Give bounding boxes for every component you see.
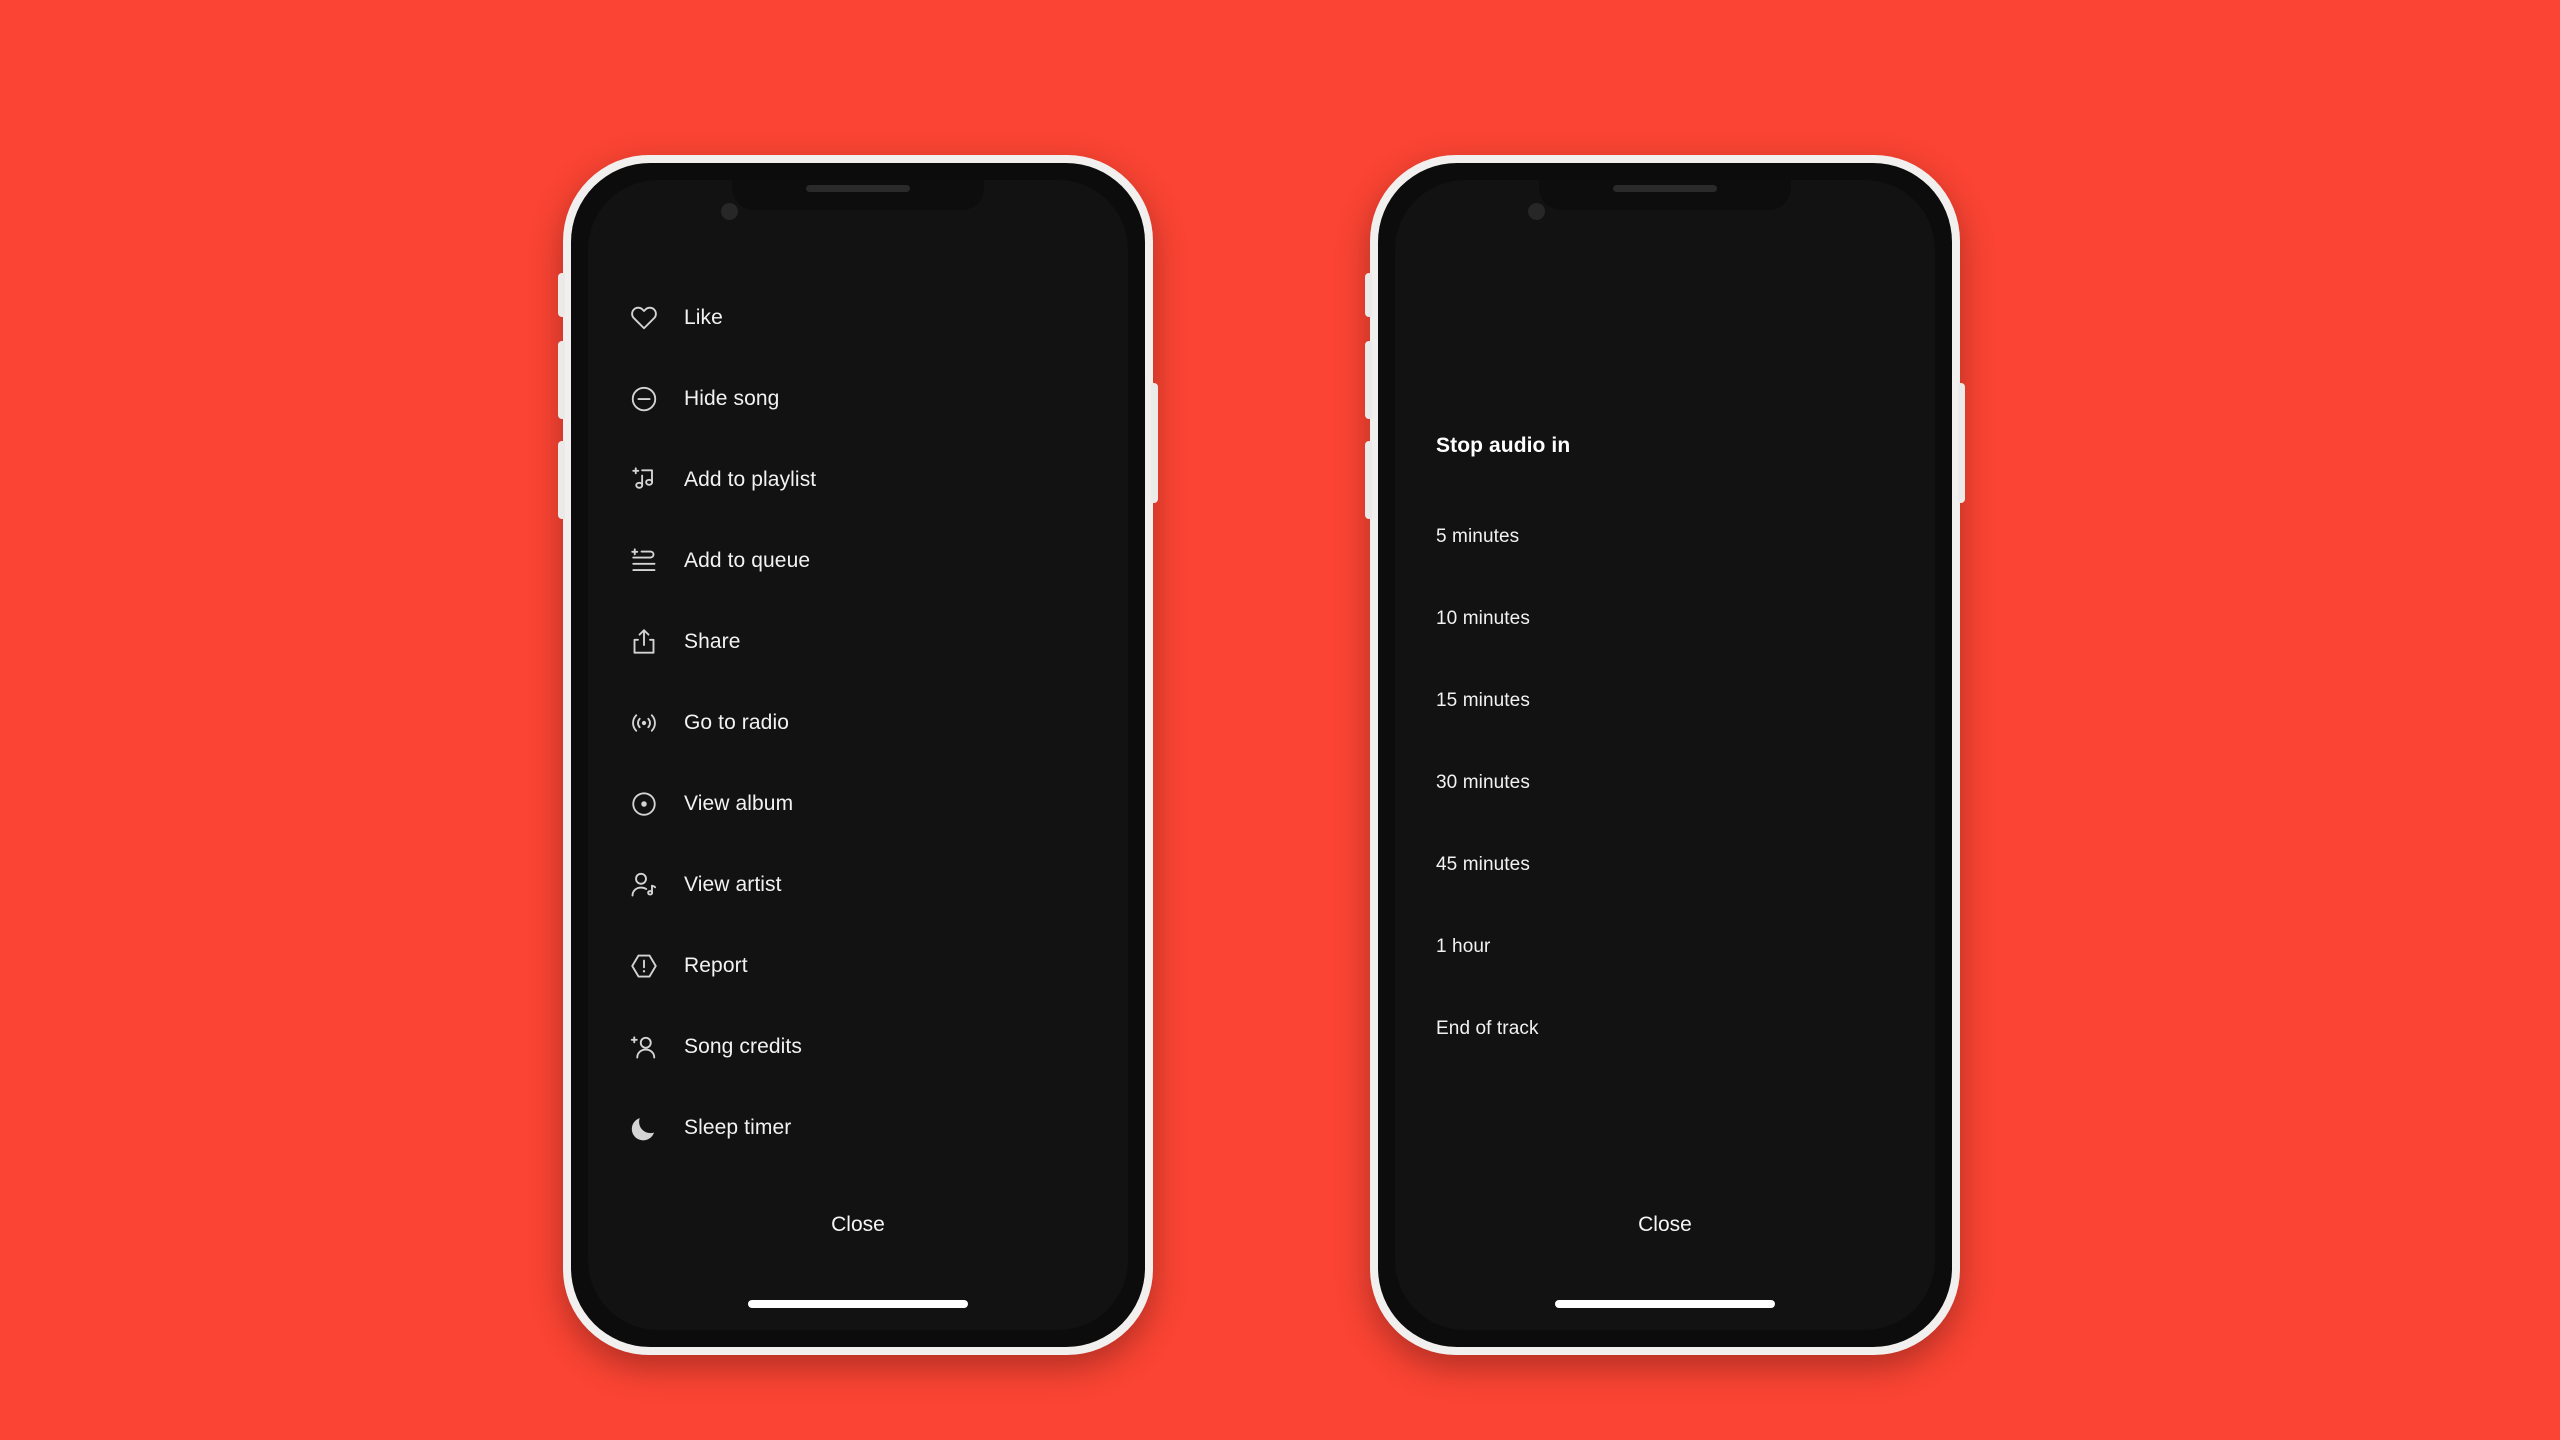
timer-option-label: 45 minutes [1436,854,1530,875]
menu-item-label: View artist [684,872,782,896]
menu-item-view-album[interactable]: View album [627,763,1128,844]
phone-screen-left: Like Hide song Add to playlist Add to qu… [588,180,1128,1330]
radio-waves-icon [627,706,661,740]
timer-option-30-minutes[interactable]: 30 minutes [1436,742,1935,824]
timer-option-label: End of track [1436,1018,1539,1039]
menu-item-go-to-radio[interactable]: Go to radio [627,682,1128,763]
timer-option-15-minutes[interactable]: 15 minutes [1436,660,1935,742]
timer-option-45-minutes[interactable]: 45 minutes [1436,824,1935,906]
timer-option-label: 1 hour [1436,936,1491,957]
front-camera-icon [721,203,738,220]
home-indicator[interactable] [1555,1300,1775,1308]
volume-up-button[interactable] [1365,341,1372,419]
front-camera-icon [1528,203,1545,220]
menu-item-label: Report [684,953,748,977]
timer-option-label: 15 minutes [1436,690,1530,711]
menu-item-song-credits[interactable]: Song credits [627,1006,1128,1087]
close-button-left[interactable]: Close [588,1213,1128,1237]
phone-screen-right: Stop audio in 5 minutes 10 minutes 15 mi… [1395,180,1935,1330]
menu-item-label: Add to playlist [684,467,817,491]
menu-item-label: Like [684,305,723,329]
queue-plus-icon [627,544,661,578]
menu-item-sleep-timer[interactable]: Sleep timer [627,1087,1128,1168]
share-icon [627,625,661,659]
timer-option-1-hour[interactable]: 1 hour [1436,906,1935,988]
close-button-right[interactable]: Close [1395,1213,1935,1237]
sleep-timer-options: 5 minutes 10 minutes 15 minutes 30 minut… [1436,496,1935,1070]
phone-frame: Stop audio in 5 minutes 10 minutes 15 mi… [1365,155,1965,1355]
menu-item-label: Hide song [684,386,780,410]
menu-item-add-to-playlist[interactable]: Add to playlist [627,439,1128,520]
report-octagon-icon [627,949,661,983]
menu-item-add-to-queue[interactable]: Add to queue [627,520,1128,601]
song-context-menu: Like Hide song Add to playlist Add to qu… [627,277,1128,1168]
menu-item-view-artist[interactable]: View artist [627,844,1128,925]
artist-icon [627,868,661,902]
mute-switch-button[interactable] [1365,273,1372,317]
timer-option-label: 30 minutes [1436,772,1530,793]
timer-option-label: 5 minutes [1436,526,1520,547]
phone-bezel: Stop audio in 5 minutes 10 minutes 15 mi… [1378,163,1952,1347]
timer-option-label: 10 minutes [1436,608,1530,629]
power-button[interactable] [1151,383,1158,503]
volume-up-button[interactable] [558,341,565,419]
menu-item-share[interactable]: Share [627,601,1128,682]
menu-item-label: View album [684,791,794,815]
timer-option-10-minutes[interactable]: 10 minutes [1436,578,1935,660]
menu-item-label: Add to queue [684,548,811,572]
earpiece-speaker-icon [806,185,910,192]
person-plus-icon [627,1030,661,1064]
phone-mockup-right: Stop audio in 5 minutes 10 minutes 15 mi… [1365,155,1965,1355]
phone-frame: Like Hide song Add to playlist Add to qu… [558,155,1158,1355]
menu-item-like[interactable]: Like [627,277,1128,358]
volume-down-button[interactable] [1365,441,1372,519]
volume-down-button[interactable] [558,441,565,519]
menu-item-label: Sleep timer [684,1115,792,1139]
phone-bezel: Like Hide song Add to playlist Add to qu… [571,163,1145,1347]
menu-item-label: Song credits [684,1034,802,1058]
minus-circle-icon [627,382,661,416]
timer-option-5-minutes[interactable]: 5 minutes [1436,496,1935,578]
power-button[interactable] [1958,383,1965,503]
music-note-plus-icon [627,463,661,497]
earpiece-speaker-icon [1613,185,1717,192]
menu-item-label: Share [684,629,741,653]
menu-item-label: Go to radio [684,710,789,734]
menu-item-hide-song[interactable]: Hide song [627,358,1128,439]
timer-option-end-of-track[interactable]: End of track [1436,988,1935,1070]
album-disc-icon [627,787,661,821]
phone-mockup-left: Like Hide song Add to playlist Add to qu… [558,155,1158,1355]
canvas: Like Hide song Add to playlist Add to qu… [0,0,2560,1440]
heart-icon [627,301,661,335]
sleep-timer-title: Stop audio in [1436,434,1571,457]
moon-icon [627,1111,661,1145]
home-indicator[interactable] [748,1300,968,1308]
menu-item-report[interactable]: Report [627,925,1128,1006]
mute-switch-button[interactable] [558,273,565,317]
